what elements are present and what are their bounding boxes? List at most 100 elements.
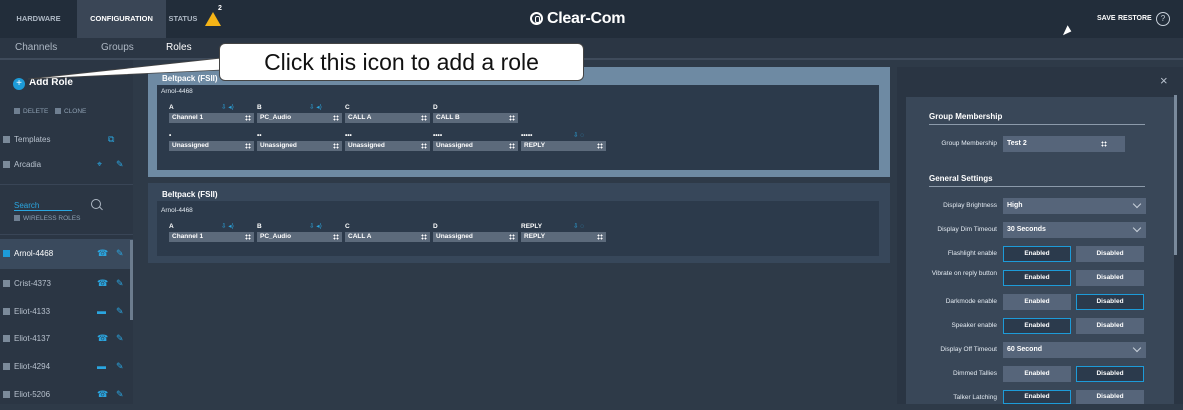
- wireless-roles-filter[interactable]: WIRELESS ROLES: [14, 215, 80, 222]
- sidebar-item-arcadia[interactable]: Arcadia ⌖ ✎: [0, 150, 133, 180]
- chevron-down-icon: [1132, 343, 1142, 353]
- key-assignment[interactable]: PC_Audio: [257, 232, 342, 242]
- drag-handle-icon[interactable]: [245, 115, 251, 121]
- flashlight-disabled-toggle[interactable]: Disabled: [1076, 246, 1144, 262]
- edit-icon[interactable]: ✎: [116, 248, 124, 259]
- vibrate-disabled-toggle[interactable]: Disabled: [1076, 270, 1144, 286]
- talker-latching-enabled-toggle[interactable]: Enabled: [1003, 390, 1071, 404]
- close-icon[interactable]: ×: [1160, 73, 1168, 88]
- beltpack-icon: ☎: [97, 278, 109, 288]
- sidebar-item-role[interactable]: Eliot-5206 ☎ ✎: [0, 380, 133, 410]
- drag-handle-icon[interactable]: [509, 115, 515, 121]
- sidebar-item-role[interactable]: Crist-4373 ☎ ✎: [0, 269, 133, 299]
- checkbox-icon: [14, 215, 20, 222]
- key-assignment[interactable]: Channel 1: [169, 232, 254, 242]
- drag-handle-icon[interactable]: [333, 234, 339, 240]
- key-assignment[interactable]: CALL A: [345, 232, 430, 242]
- keypanel-icon: ▬: [97, 361, 106, 371]
- talk-listen-icon: ⇩ ◂⟩: [309, 223, 323, 230]
- help-icon[interactable]: ?: [1156, 12, 1170, 26]
- drag-handle-icon[interactable]: [1101, 141, 1107, 147]
- display-off-timeout-select[interactable]: 60 Second: [1003, 342, 1146, 358]
- key-assignment[interactable]: Unassigned: [433, 232, 518, 242]
- key-assignment[interactable]: PC_Audio: [257, 113, 342, 123]
- key-assignment[interactable]: Unassigned: [169, 141, 254, 151]
- beltpack-owner: Arnol-4468: [161, 207, 193, 214]
- drag-handle-icon[interactable]: [421, 234, 427, 240]
- edit-icon[interactable]: ✎: [116, 333, 124, 344]
- darkmode-enabled-toggle[interactable]: Enabled: [1003, 294, 1071, 310]
- edit-icon[interactable]: ✎: [116, 278, 124, 289]
- restore-button[interactable]: RESTORE: [1118, 15, 1152, 22]
- drag-handle-icon[interactable]: [597, 234, 603, 240]
- sidebar-item-role[interactable]: Eliot-4137 ☎ ✎: [0, 324, 133, 354]
- brand-name: Clear-Com: [547, 10, 626, 27]
- talker-latching-disabled-toggle[interactable]: Disabled: [1076, 390, 1144, 404]
- sidebar-item-role[interactable]: Arnol-4468 ☎ ✎: [0, 239, 133, 269]
- speaker-enabled-toggle[interactable]: Enabled: [1003, 318, 1071, 334]
- key-label: ••••: [433, 132, 443, 139]
- vibrate-enabled-toggle[interactable]: Enabled: [1003, 270, 1071, 286]
- search-icon[interactable]: [91, 199, 101, 209]
- drag-handle-icon[interactable]: [509, 234, 515, 240]
- sidebar-item-role[interactable]: Eliot-4294 ▬ ✎: [0, 352, 133, 382]
- callout-annotation: Click this icon to add a role: [219, 43, 584, 81]
- drag-handle-icon[interactable]: [597, 143, 603, 149]
- checkbox-icon[interactable]: [3, 250, 10, 257]
- antenna-icon: ⌖: [97, 159, 103, 169]
- panel-scrollbar[interactable]: [1174, 95, 1177, 255]
- edit-icon[interactable]: ✎: [116, 361, 124, 372]
- display-brightness-select[interactable]: High: [1003, 198, 1146, 214]
- talk-listen-icon: ⇩ ◂⟩: [309, 104, 323, 111]
- key-assignment[interactable]: Channel 1: [169, 113, 254, 123]
- key-assignment[interactable]: CALL B: [433, 113, 518, 123]
- darkmode-disabled-toggle[interactable]: Disabled: [1076, 294, 1144, 310]
- key-value: Channel 1: [172, 114, 204, 121]
- dimmed-tallies-enabled-toggle[interactable]: Enabled: [1003, 366, 1071, 382]
- key-label: B: [257, 104, 262, 111]
- edit-icon[interactable]: ✎: [116, 159, 124, 170]
- search-input[interactable]: Search: [14, 201, 72, 211]
- drag-handle-icon[interactable]: [421, 143, 427, 149]
- checkbox-icon[interactable]: [3, 391, 10, 398]
- key-assignment[interactable]: REPLY: [521, 141, 606, 151]
- key-label: A: [169, 223, 174, 230]
- save-button[interactable]: SAVE: [1097, 15, 1116, 22]
- key-assignment[interactable]: REPLY: [521, 232, 606, 242]
- drag-handle-icon[interactable]: [245, 234, 251, 240]
- sidebar-scrollbar[interactable]: [130, 240, 133, 320]
- drag-handle-icon[interactable]: [333, 115, 339, 121]
- role-label: Eliot-4133: [14, 307, 51, 316]
- checkbox-icon[interactable]: [3, 280, 10, 287]
- key-assignment[interactable]: Unassigned: [345, 141, 430, 151]
- checkbox-icon[interactable]: [3, 335, 10, 342]
- copy-icon[interactable]: ⧉: [108, 134, 114, 145]
- dimmed-tallies-disabled-toggle[interactable]: Disabled: [1076, 366, 1144, 382]
- drag-handle-icon[interactable]: [333, 143, 339, 149]
- chevron-down-icon: [1132, 223, 1142, 233]
- sidebar-item-role[interactable]: Eliot-4133 ▬ ✎: [0, 297, 133, 327]
- speaker-disabled-toggle[interactable]: Disabled: [1076, 318, 1144, 334]
- beltpack-card[interactable]: Beltpack (FSII) Arnol-4468 A ⇩ ◂⟩ Channe…: [148, 67, 890, 177]
- delete-button[interactable]: DELETE: [14, 108, 48, 115]
- checkbox-icon[interactable]: [3, 363, 10, 370]
- checkbox-icon[interactable]: [3, 308, 10, 315]
- brand-logo: Clear-Com: [530, 10, 626, 28]
- display-dim-timeout-select[interactable]: 30 Seconds: [1003, 222, 1146, 238]
- edit-icon[interactable]: ✎: [116, 306, 124, 317]
- key-assignment[interactable]: Unassigned: [257, 141, 342, 151]
- flashlight-enabled-toggle[interactable]: Enabled: [1003, 246, 1071, 262]
- drag-handle-icon[interactable]: [421, 115, 427, 121]
- drag-handle-icon[interactable]: [509, 143, 515, 149]
- key-assignment[interactable]: CALL A: [345, 113, 430, 123]
- edit-icon[interactable]: ✎: [116, 389, 124, 400]
- clone-button[interactable]: CLONE: [55, 108, 86, 115]
- drag-handle-icon[interactable]: [245, 143, 251, 149]
- speaker-enable-label: Speaker enable: [951, 322, 997, 329]
- key-label: A: [169, 104, 174, 111]
- wireless-roles-label: WIRELESS ROLES: [23, 215, 81, 222]
- group-membership-field[interactable]: Test 2: [1003, 136, 1125, 152]
- darkmode-enable-label: Darkmode enable: [945, 298, 997, 305]
- beltpack-card[interactable]: Beltpack (FSII) Arnol-4468 A ⇩ ◂⟩ Channe…: [148, 183, 890, 263]
- key-assignment[interactable]: Unassigned: [433, 141, 518, 151]
